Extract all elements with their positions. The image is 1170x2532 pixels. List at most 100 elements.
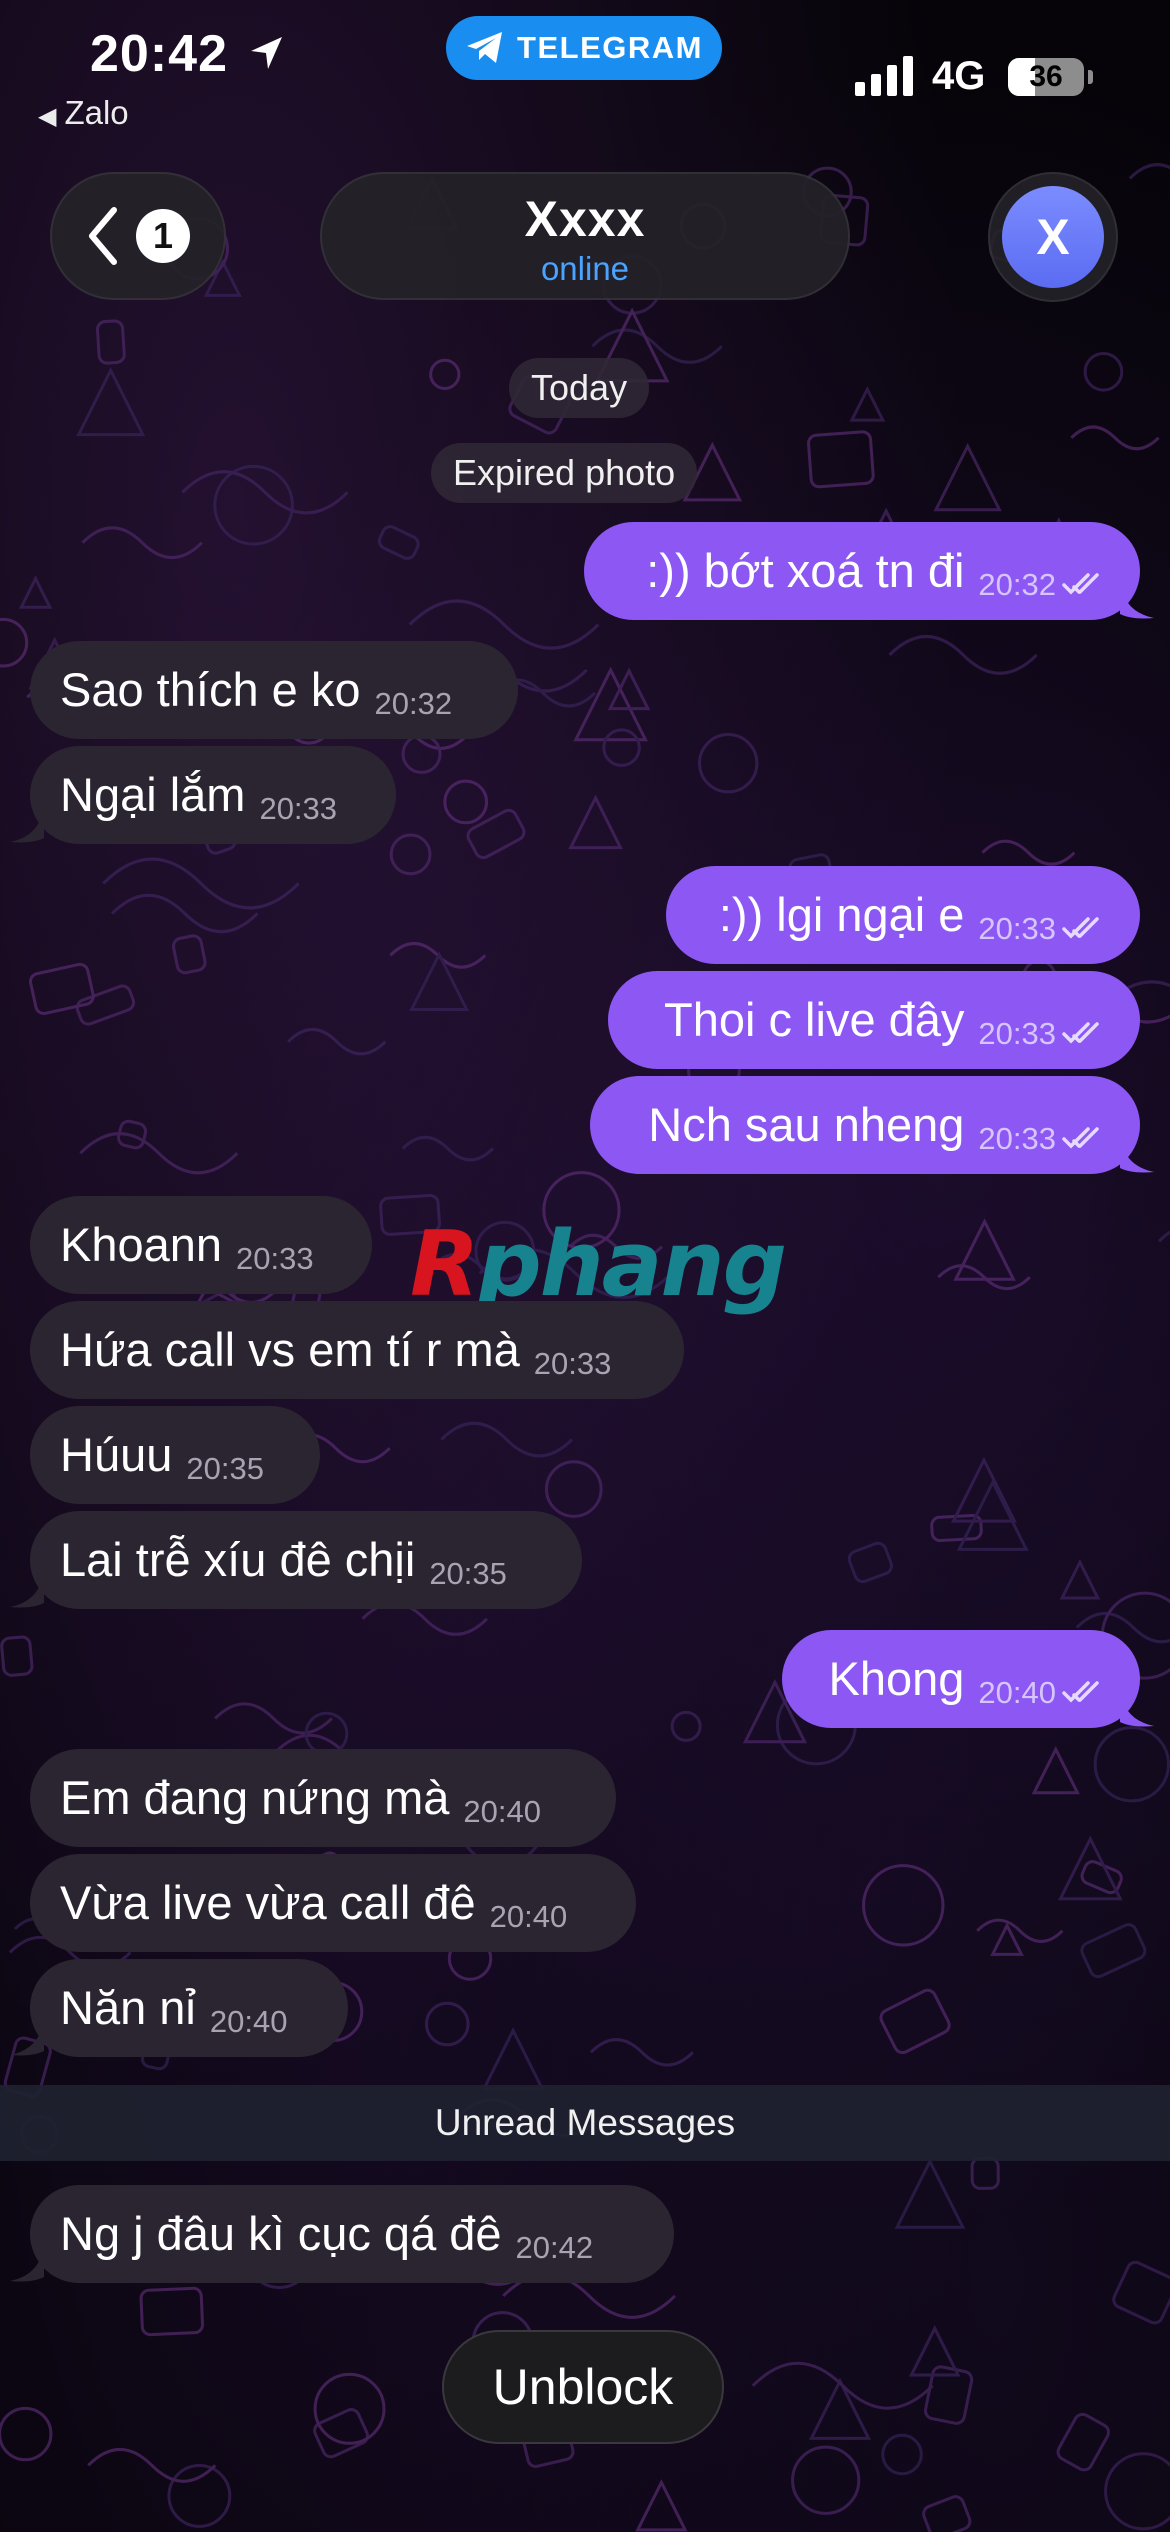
doodle-shape: [1070, 425, 1160, 451]
network-type: 4G: [932, 54, 986, 98]
message-text: :)) bớt xoá tn đi: [646, 544, 965, 597]
message-incoming[interactable]: Sao thích e ko 20:32: [30, 641, 518, 739]
doodle-shape: [1112, 2260, 1170, 2325]
message-outgoing[interactable]: :)) lgi ngại e 20:33: [666, 866, 1140, 964]
double-check-icon: [1062, 917, 1099, 939]
message-time: 20:35: [429, 1556, 507, 1591]
doodle-shape: [429, 358, 461, 390]
message-incoming[interactable]: Khoann 20:33: [30, 1196, 372, 1294]
double-check-icon: [1062, 573, 1099, 595]
unread-count-badge: 1: [136, 209, 190, 263]
bubble-tail-out: [1120, 1690, 1154, 1727]
message-time: 20:33: [978, 1121, 1056, 1156]
message-time: 20:40: [463, 1794, 541, 1829]
chevron-left-icon: [89, 207, 117, 265]
expired-photo-notice[interactable]: Expired photo: [431, 443, 698, 503]
bubble-tail-out: [1120, 582, 1154, 619]
message-outgoing[interactable]: Thoi c live đây 20:33: [608, 971, 1140, 1069]
doodle-shape: [0, 617, 29, 668]
message-text: Năn nỉ: [60, 1981, 196, 2034]
doodle-shape: [181, 470, 349, 515]
doodle-shape: [970, 2156, 1000, 2190]
back-button[interactable]: 1: [50, 172, 226, 300]
back-triangle-icon: ◀: [38, 103, 57, 130]
message-time: 20:35: [186, 1451, 264, 1486]
back-to-app-link[interactable]: ◀ Zalo: [38, 94, 129, 132]
message-text: Húuu: [60, 1428, 173, 1481]
message-text: Thoi c live đây: [664, 993, 965, 1046]
doodle-shape: [1128, 163, 1170, 180]
date-separator: Today: [509, 358, 650, 418]
doodle-shape: [389, 833, 432, 876]
doodle-shape: [937, 1264, 1031, 1291]
message-incoming[interactable]: Lai trễ xíu đê chịi 20:35: [30, 1511, 582, 1609]
bubble-tail-out: [1120, 1136, 1154, 1173]
message-outgoing[interactable]: Nch sau nheng 20:33: [590, 1076, 1140, 1174]
doodle-shape: [172, 934, 207, 975]
message-incoming[interactable]: Hứa call vs em tí r mà 20:33: [30, 1301, 684, 1399]
doodle-shape: [102, 857, 300, 910]
doodle-shape: [377, 525, 420, 560]
doodle-shape: [568, 794, 623, 850]
message-outgoing[interactable]: Khong 20:40: [782, 1630, 1140, 1728]
doodle-shape: [953, 1218, 1016, 1281]
message-incoming[interactable]: Húuu 20:35: [30, 1406, 320, 1504]
chat-name: Xxxx: [524, 191, 646, 247]
doodle-shape: [544, 1460, 603, 1518]
doodle-shape: [0, 2406, 53, 2462]
doodle-shape: [304, 1711, 349, 1756]
message-outgoing[interactable]: :)) bớt xoá tn đi 20:32: [584, 522, 1140, 620]
doodle-shape: [951, 1456, 1017, 1523]
doodle-shape: [862, 1864, 945, 1947]
doodle-shape: [1157, 1230, 1170, 1243]
location-arrow-icon: [251, 37, 282, 69]
doodle-shape: [111, 893, 259, 934]
message-time: 20:32: [374, 686, 453, 721]
telegram-plane-icon: [467, 32, 503, 63]
message-time: 20:33: [533, 1346, 612, 1381]
doodle-shape: [424, 2001, 470, 2047]
doodle-shape: [18, 575, 53, 609]
message-incoming[interactable]: Ngại lắm 20:33: [30, 746, 396, 844]
doodle-shape: [466, 808, 526, 860]
doodle-shape: [849, 385, 886, 422]
doodle-shape: [440, 1421, 573, 1458]
message-text: Vừa live vừa call đê: [60, 1876, 476, 1929]
signal-bars-icon: [855, 56, 913, 96]
doodle-shape: [933, 442, 1002, 512]
doodle-shape: [976, 1918, 1064, 1943]
telegram-indicator-pill[interactable]: TELEGRAM: [446, 16, 722, 80]
message-text: Ngại lắm: [60, 768, 246, 821]
doodle-shape: [807, 430, 875, 489]
doodle-shape: [847, 1541, 893, 1584]
message-time: 20:33: [978, 1016, 1056, 1051]
battery-tip: [1088, 70, 1093, 84]
battery-icon: 36: [1008, 58, 1084, 96]
doodle-shape: [791, 2445, 861, 2515]
message-text: Em đang nứng mà: [60, 1771, 450, 1824]
message-time: 20:32: [978, 567, 1056, 602]
doodle-shape: [670, 1710, 702, 1742]
doodle-shape: [1059, 1558, 1101, 1600]
message-text: Khong: [828, 1652, 965, 1705]
message-text: Khoann: [60, 1218, 223, 1271]
doodle-shape: [635, 2479, 688, 2532]
telegram-pill-label: TELEGRAM: [517, 30, 703, 65]
doodle-shape: [167, 2464, 232, 2528]
message-incoming[interactable]: Vừa live vừa call đê 20:40: [30, 1854, 636, 1952]
doodle-shape: [313, 2408, 370, 2459]
doodle-shape: [808, 2377, 872, 2440]
message-incoming[interactable]: Ng j đâu kì cục qá đê 20:42: [30, 2185, 674, 2283]
status-time: 20:42: [90, 25, 228, 83]
bubble-tail-in: [10, 806, 44, 843]
unblock-button[interactable]: Unblock: [442, 2330, 724, 2444]
chat-title-button[interactable]: Xxxx online: [320, 172, 850, 300]
message-incoming[interactable]: Em đang nứng mà 20:40: [30, 1749, 616, 1847]
message-incoming[interactable]: Năn nỉ 20:40: [30, 1959, 348, 2057]
doodle-shape: [0, 1635, 34, 1677]
avatar-button[interactable]: X: [988, 172, 1118, 302]
message-text: :)) lgi ngại e: [718, 888, 965, 941]
double-check-icon: [1062, 1022, 1099, 1044]
message-time: 20:40: [489, 1899, 568, 1934]
message-text: Hứa call vs em tí r mà: [60, 1323, 520, 1376]
